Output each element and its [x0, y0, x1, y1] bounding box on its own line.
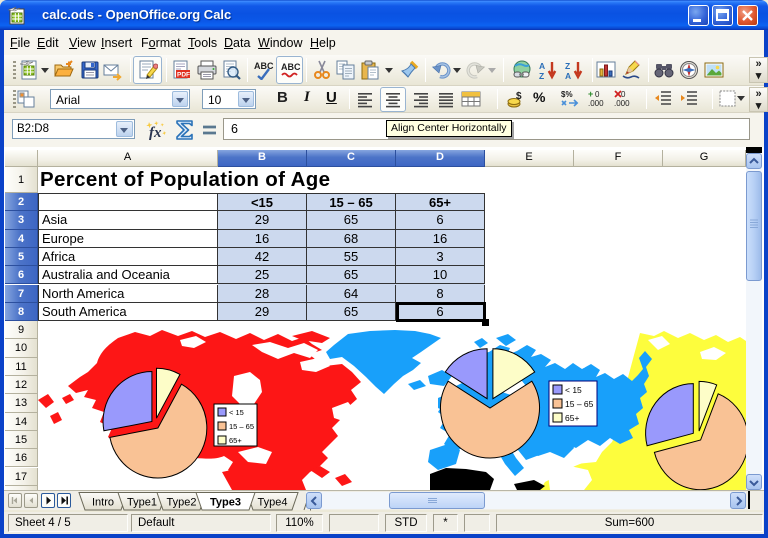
- svg-text:0: 0: [621, 90, 626, 99]
- svg-text:$: $: [516, 91, 522, 102]
- svg-text:ABC: ABC: [281, 62, 301, 72]
- svg-text:15 – 65: 15 – 65: [565, 399, 594, 409]
- svg-text:65+: 65+: [565, 413, 579, 423]
- svg-text:< 15: < 15: [565, 385, 582, 395]
- svg-text:Z: Z: [539, 71, 544, 80]
- svg-text:.000: .000: [588, 99, 604, 108]
- svg-text:65+: 65+: [229, 436, 242, 445]
- svg-text:Type4: Type4: [258, 497, 288, 509]
- svg-text:PDF: PDF: [177, 72, 190, 79]
- svg-text:Z: Z: [565, 61, 570, 71]
- svg-text:+: +: [588, 89, 593, 99]
- svg-text:0: 0: [595, 90, 600, 99]
- svg-text:Type2: Type2: [167, 497, 197, 509]
- svg-text:A: A: [539, 61, 545, 71]
- svg-text:15 – 65: 15 – 65: [229, 422, 254, 431]
- svg-text:Type3: Type3: [210, 497, 241, 509]
- svg-text:Type1: Type1: [127, 497, 157, 509]
- svg-text:ABC: ABC: [254, 61, 274, 71]
- svg-text:fx: fx: [149, 125, 162, 141]
- svg-text:A: A: [565, 71, 571, 80]
- svg-text:.000: .000: [614, 99, 630, 108]
- svg-text:$%: $%: [561, 90, 573, 99]
- svg-text:< 15: < 15: [229, 408, 244, 417]
- svg-text:Intro: Intro: [92, 497, 114, 509]
